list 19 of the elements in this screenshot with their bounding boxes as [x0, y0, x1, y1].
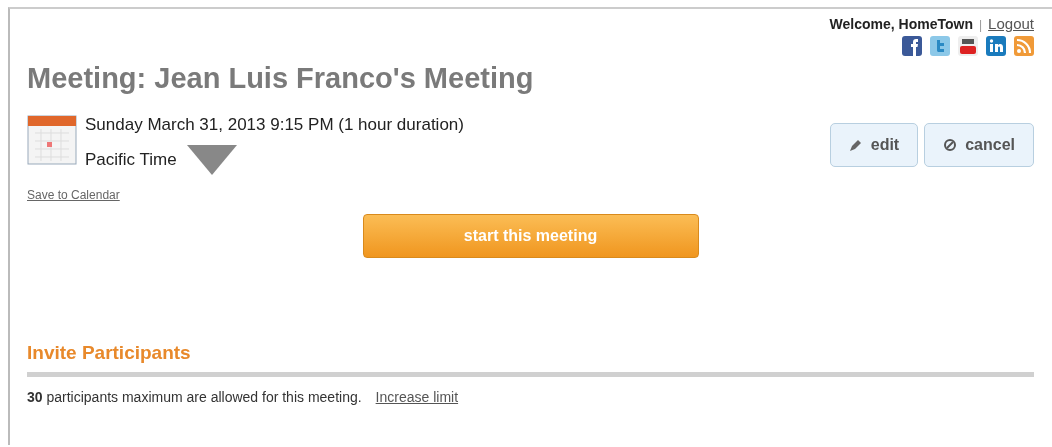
cancel-button[interactable]: cancel — [924, 123, 1034, 167]
page-title: Meeting: Jean Luis Franco's Meeting — [27, 62, 535, 95]
facebook-icon[interactable] — [902, 36, 922, 56]
twitter-icon[interactable] — [930, 36, 950, 56]
welcome-text: Welcome, HomeTown — [829, 16, 973, 32]
timezone-text: Pacific Time — [85, 150, 177, 170]
meeting-datetime: Sunday March 31, 2013 9:15 PM (1 hour duration) — [85, 115, 464, 135]
video-icon[interactable] — [958, 36, 978, 56]
increase-limit-link[interactable]: Increase limit — [375, 389, 459, 405]
separator: | — [979, 18, 983, 32]
logout-link[interactable]: Logout — [988, 15, 1034, 32]
calendar-icon — [27, 115, 77, 165]
save-to-calendar-link[interactable]: Save to Calendar — [27, 188, 464, 202]
edit-button[interactable]: edit — [829, 123, 919, 167]
limit-note: 30 participants maximum are allowed for this meeting. — [27, 389, 362, 405]
cancel-icon — [943, 138, 958, 152]
section-heading: Invite Participants — [27, 342, 192, 364]
pencil-icon — [848, 138, 863, 152]
linkedin-icon[interactable] — [986, 36, 1006, 56]
